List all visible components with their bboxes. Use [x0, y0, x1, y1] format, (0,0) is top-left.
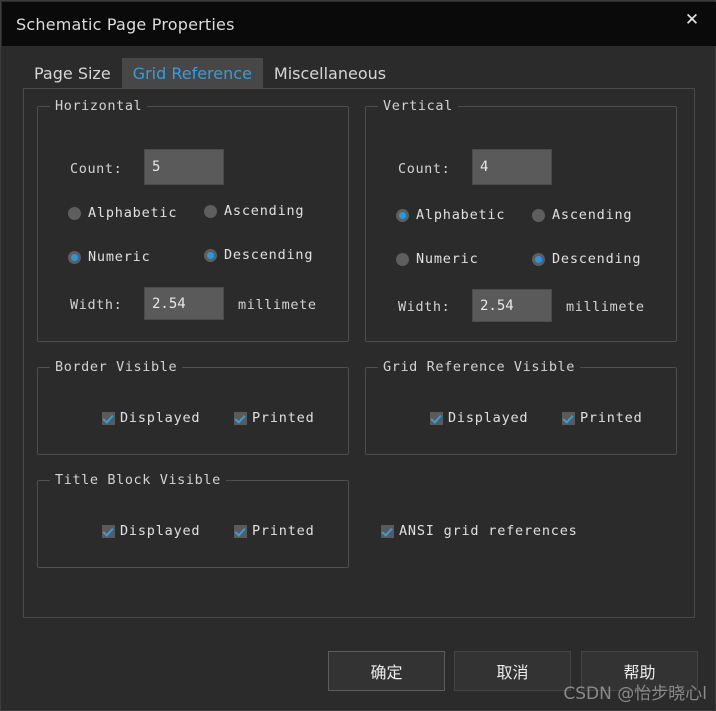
group-grid-reference-visible: Grid Reference Visible Displayed Printed: [365, 367, 677, 455]
checkmark-icon: [234, 525, 247, 538]
title-block-visible-printed-checkbox[interactable]: Printed: [234, 523, 315, 539]
horizontal-width-input[interactable]: 2.54: [144, 287, 224, 320]
radio-dot-icon: [204, 249, 217, 262]
vertical-radio-descending[interactable]: Descending: [532, 251, 641, 267]
radio-dot-icon: [396, 209, 409, 222]
vertical-radio-alphabetic[interactable]: Alphabetic: [396, 207, 505, 223]
horizontal-radio-ascending[interactable]: Ascending: [204, 203, 304, 219]
horizontal-count-input[interactable]: 5: [144, 149, 224, 185]
schematic-page-properties-dialog: Schematic Page Properties ✕ Page Size Gr…: [0, 0, 716, 711]
checkmark-icon: [381, 525, 394, 538]
vertical-width-input[interactable]: 2.54: [472, 289, 552, 322]
vertical-count-input[interactable]: 4: [472, 149, 552, 185]
tab-miscellaneous[interactable]: Miscellaneous: [263, 58, 397, 88]
checkmark-icon: [234, 412, 247, 425]
grid-reference-visible-displayed-label: Displayed: [448, 410, 528, 426]
grid-reference-visible-printed-checkbox[interactable]: Printed: [562, 410, 643, 426]
vertical-width-unit: millimete: [566, 299, 645, 315]
horizontal-radio-numeric-label: Numeric: [88, 249, 151, 265]
horizontal-radio-descending[interactable]: Descending: [204, 247, 313, 263]
vertical-radio-ascending[interactable]: Ascending: [532, 207, 632, 223]
border-visible-printed-checkbox[interactable]: Printed: [234, 410, 315, 426]
title-bar: Schematic Page Properties ✕: [2, 2, 716, 46]
group-horizontal: Horizontal Count: 5 Alphabetic Ascending…: [37, 106, 349, 342]
group-vertical-title: Vertical: [378, 98, 458, 114]
tab-page-size[interactable]: Page Size: [23, 58, 122, 88]
horizontal-width-label: Width:: [70, 297, 122, 313]
radio-dot-icon: [396, 253, 409, 266]
horizontal-count-label: Count:: [70, 161, 122, 177]
radio-dot-icon: [532, 209, 545, 222]
vertical-radio-descending-label: Descending: [552, 251, 641, 267]
window-title: Schematic Page Properties: [16, 15, 235, 34]
horizontal-width-unit: millimete: [238, 297, 317, 313]
grid-reference-visible-displayed-checkbox[interactable]: Displayed: [430, 410, 528, 426]
border-visible-printed-label: Printed: [252, 410, 315, 426]
group-title-block-visible: Title Block Visible Displayed Printed: [37, 480, 349, 568]
group-border-visible-title: Border Visible: [50, 359, 182, 375]
title-block-visible-displayed-label: Displayed: [120, 523, 200, 539]
horizontal-radio-alphabetic[interactable]: Alphabetic: [68, 205, 177, 221]
radio-dot-icon: [532, 253, 545, 266]
group-title-block-visible-title: Title Block Visible: [50, 472, 226, 488]
group-grid-reference-visible-title: Grid Reference Visible: [378, 359, 580, 375]
vertical-width-label: Width:: [398, 299, 450, 315]
cancel-button[interactable]: 取消: [454, 651, 571, 691]
vertical-radio-numeric-label: Numeric: [416, 251, 479, 267]
group-border-visible: Border Visible Displayed Printed: [37, 367, 349, 455]
vertical-radio-alphabetic-label: Alphabetic: [416, 207, 505, 223]
vertical-radio-ascending-label: Ascending: [552, 207, 632, 223]
checkmark-icon: [102, 412, 115, 425]
border-visible-displayed-label: Displayed: [120, 410, 200, 426]
radio-dot-icon: [68, 207, 81, 220]
close-icon[interactable]: ✕: [676, 6, 708, 34]
checkmark-icon: [562, 412, 575, 425]
border-visible-displayed-checkbox[interactable]: Displayed: [102, 410, 200, 426]
ansi-grid-references-label: ANSI grid references: [399, 523, 578, 539]
grid-reference-visible-printed-label: Printed: [580, 410, 643, 426]
horizontal-radio-alphabetic-label: Alphabetic: [88, 205, 177, 221]
horizontal-radio-numeric[interactable]: Numeric: [68, 249, 151, 265]
horizontal-radio-ascending-label: Ascending: [224, 203, 304, 219]
tab-bar: Page Size Grid Reference Miscellaneous: [23, 58, 397, 88]
vertical-radio-numeric[interactable]: Numeric: [396, 251, 479, 267]
ok-button[interactable]: 确定: [328, 651, 445, 691]
help-button[interactable]: 帮助: [581, 651, 698, 691]
ansi-grid-references-checkbox[interactable]: ANSI grid references: [381, 523, 578, 539]
radio-dot-icon: [204, 205, 217, 218]
grid-reference-tab-panel: Horizontal Count: 5 Alphabetic Ascending…: [23, 88, 695, 618]
vertical-count-label: Count:: [398, 161, 450, 177]
checkmark-icon: [102, 525, 115, 538]
group-horizontal-title: Horizontal: [50, 98, 147, 114]
title-block-visible-displayed-checkbox[interactable]: Displayed: [102, 523, 200, 539]
group-vertical: Vertical Count: 4 Alphabetic Ascending N…: [365, 106, 677, 342]
title-block-visible-printed-label: Printed: [252, 523, 315, 539]
radio-dot-icon: [68, 251, 81, 264]
checkmark-icon: [430, 412, 443, 425]
horizontal-radio-descending-label: Descending: [224, 247, 313, 263]
tab-grid-reference[interactable]: Grid Reference: [122, 58, 263, 88]
